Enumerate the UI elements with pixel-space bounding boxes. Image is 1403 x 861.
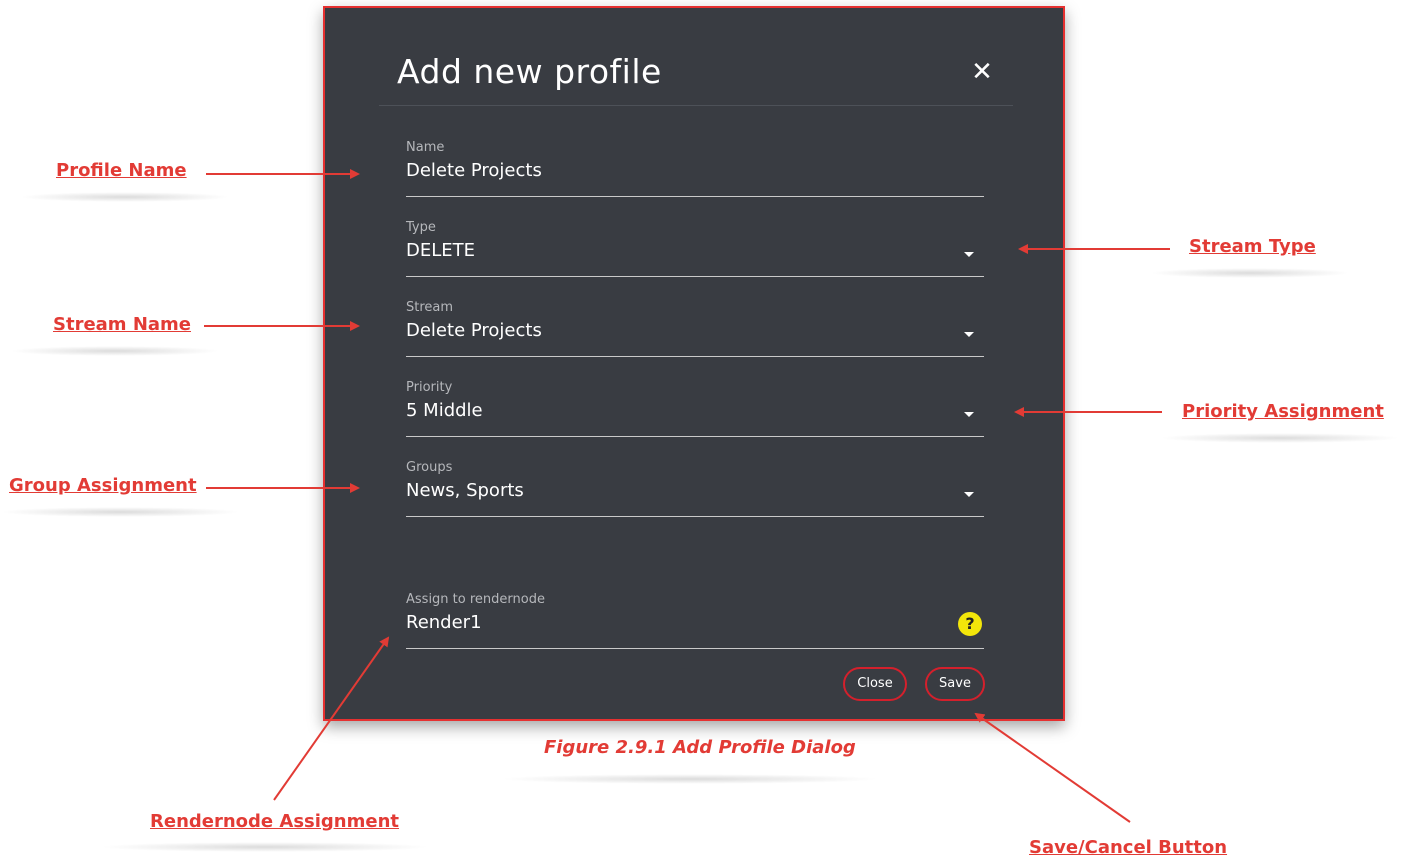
arrow-save-cancel bbox=[974, 712, 1131, 823]
arrow-rendernode bbox=[273, 636, 390, 801]
annotation-arrows bbox=[204, 169, 1170, 823]
